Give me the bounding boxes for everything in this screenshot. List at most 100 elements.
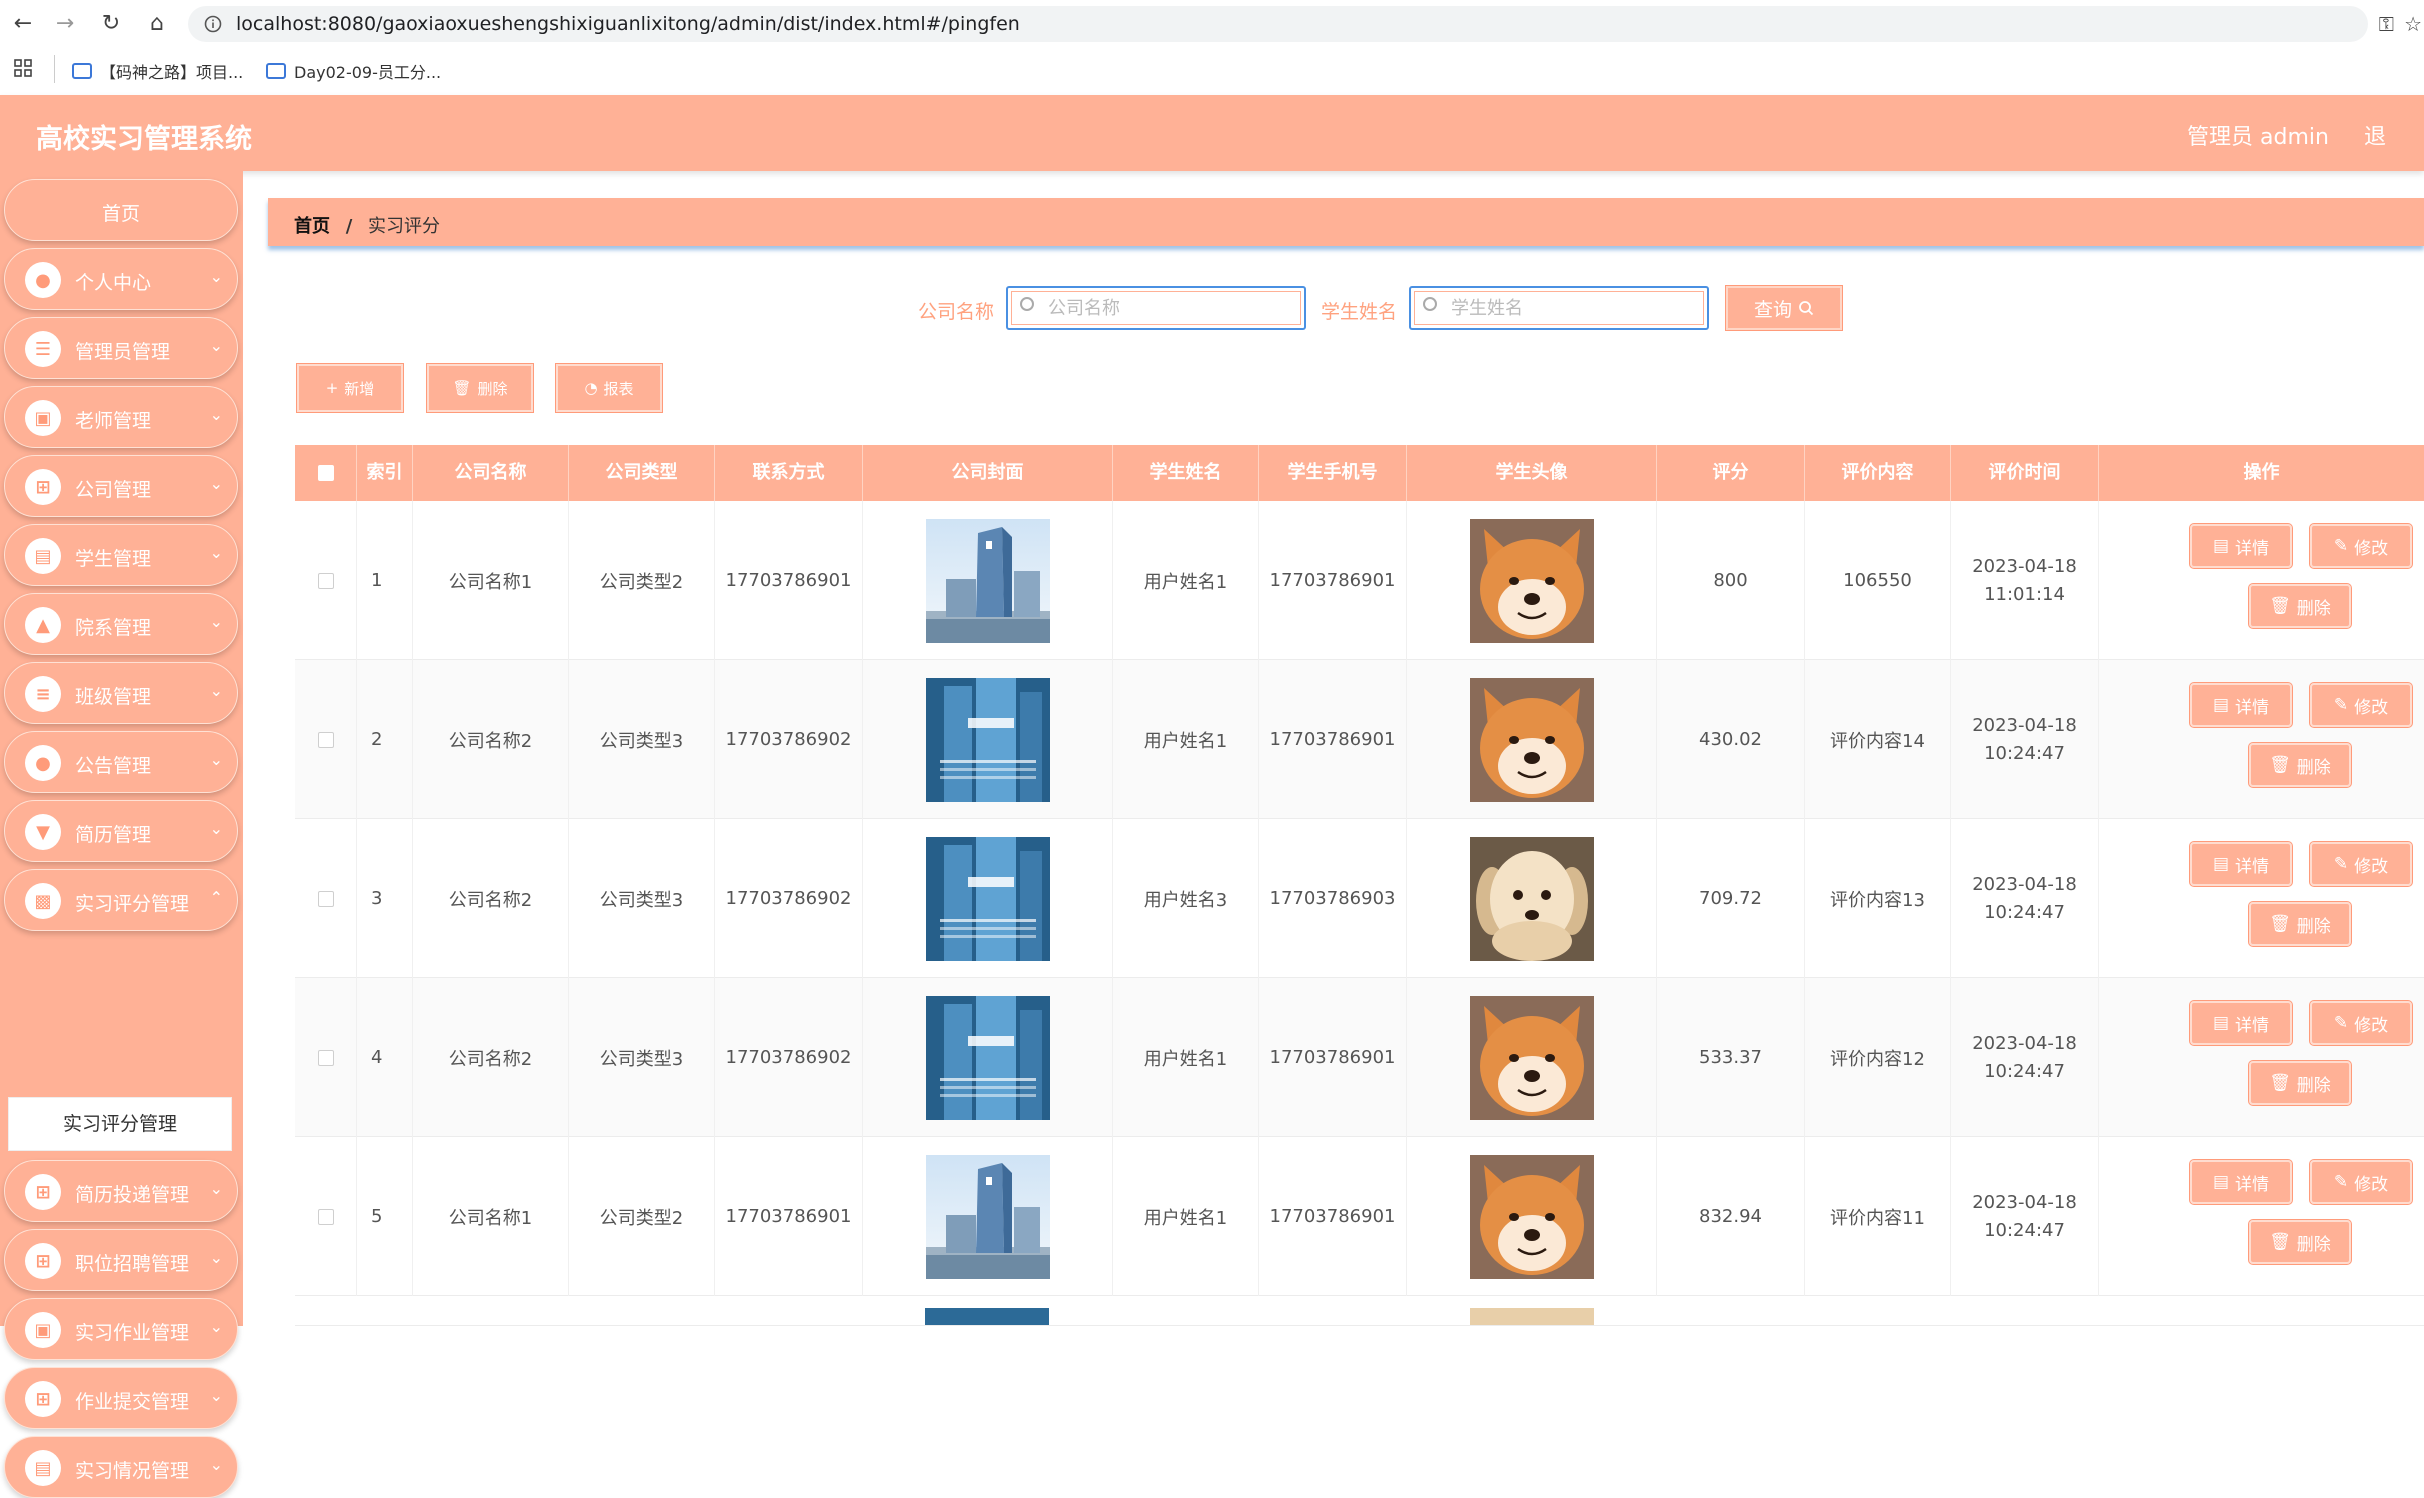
notice-icon: ● (25, 745, 61, 781)
row-checkbox[interactable] (317, 572, 334, 589)
cell-student: 用户姓名1 (1143, 1207, 1228, 1229)
sidebar-item-teacher[interactable]: ▣ 老师管理 ⌄ (4, 386, 238, 448)
detail-button[interactable]: ▤ 详情 (2189, 682, 2293, 728)
table-cell-phone: 17703786901 (1259, 501, 1407, 660)
table-cell-time: 2023-04-18 10:24:47 (1951, 1137, 2099, 1296)
star-icon[interactable]: ☆ (2404, 12, 2422, 36)
sidebar-item-submission[interactable]: ⊞ 作业提交管理 ⌄ (4, 1367, 238, 1429)
bookmark-2[interactable]: Day02-09-员工分... (266, 59, 441, 83)
report-button[interactable]: ◔ 报表 (555, 363, 663, 413)
admin-user[interactable]: 管理员 admin 退 (2187, 119, 2386, 151)
table-row: 1 公司名称1 公司类型2 17703786901 用户姓名1 17703786901 80… (295, 501, 2424, 660)
search-icon (1020, 297, 1034, 311)
sidebar-item-student[interactable]: ▤ 学生管理 ⌄ (4, 524, 238, 586)
sidebar-item-class[interactable]: ≡ 班级管理 ⌄ (4, 662, 238, 724)
edit-label: 修改 (2354, 1174, 2389, 1195)
key-icon[interactable]: ⚿ (2379, 12, 2394, 36)
sidebar-item-situation[interactable]: ▤ 实习情况管理 ⌄ (4, 1436, 238, 1498)
address-bar[interactable]: localhost:8080/gaoxiaoxueshengshixiguanl… (188, 6, 2368, 42)
delete-label: 删除 (2296, 1075, 2331, 1096)
apps-icon[interactable] (14, 59, 32, 77)
cell-type: 公司类型2 (599, 571, 684, 593)
sidebar-item-personal-center[interactable]: ● 个人中心 ⌄ (4, 248, 238, 310)
edit-button[interactable]: ✎ 修改 (2309, 1000, 2413, 1046)
home-icon[interactable]: ⌂ (144, 10, 170, 36)
table-cell-content: 评价内容12 (1805, 978, 1951, 1137)
edit-button[interactable]: ✎ 修改 (2309, 1159, 2413, 1205)
sidebar-item-homework[interactable]: ▣ 实习作业管理 ⌄ (4, 1298, 238, 1360)
delete-button[interactable]: 🗑 删除 (2248, 742, 2352, 788)
company-cover[interactable] (925, 1154, 1050, 1279)
detail-button[interactable]: ▤ 详情 (2189, 1000, 2293, 1046)
student-avatar[interactable] (1469, 518, 1594, 643)
back-icon[interactable]: ← (10, 10, 36, 36)
sidebar-item-label: 学生管理 (75, 548, 152, 570)
row-checkbox[interactable] (317, 1049, 334, 1066)
batch-delete-button[interactable]: 🗑 删除 (426, 363, 534, 413)
student-avatar[interactable] (1469, 995, 1594, 1120)
company-cover[interactable] (925, 518, 1050, 643)
bookmark-2-label: Day02-09-员工分... (294, 63, 442, 82)
sidebar-item-home[interactable]: 首页 (4, 179, 238, 241)
table-row: 3 公司名称2 公司类型3 17703786902 用户姓名3 17703786903 70… (295, 819, 2424, 978)
query-button[interactable]: 查询 (1725, 285, 1843, 331)
sidebar-item-notice[interactable]: ● 公告管理 ⌄ (4, 731, 238, 793)
sidebar-item-recruitment[interactable]: ⊞ 职位招聘管理 ⌄ (4, 1229, 238, 1291)
table-cell-index: 5 (357, 1137, 413, 1296)
edit-button[interactable]: ✎ 修改 (2309, 523, 2413, 569)
delete-button[interactable]: 🗑 删除 (2248, 1060, 2352, 1106)
select-all-checkbox[interactable] (317, 465, 334, 481)
sidebar-item-company[interactable]: ⊞ 公司管理 ⌄ (4, 455, 238, 517)
company-cover[interactable] (925, 995, 1050, 1120)
delete-button[interactable]: 🗑 删除 (2248, 901, 2352, 947)
reload-icon[interactable]: ↻ (98, 10, 124, 36)
row-checkbox[interactable] (317, 1208, 334, 1225)
student-name-input[interactable] (1449, 293, 1693, 323)
delete-button[interactable]: 🗑 删除 (2248, 583, 2352, 629)
edit-label: 修改 (2354, 1015, 2389, 1036)
detail-button[interactable]: ▤ 详情 (2189, 841, 2293, 887)
sidebar-item-department[interactable]: ▲ 院系管理 ⌄ (4, 593, 238, 655)
bookmark-1[interactable]: 【码神之路】项目... (72, 59, 243, 83)
site-info-icon[interactable] (202, 13, 224, 35)
table-cell-cover (863, 819, 1113, 978)
detail-label: 详情 (2235, 697, 2270, 718)
chevron-down-icon: ⌄ (209, 1455, 223, 1474)
table-cell-chk (295, 501, 357, 660)
student-avatar[interactable] (1469, 836, 1594, 961)
company-name-search[interactable] (1006, 286, 1306, 330)
sidebar-item-internship-score[interactable]: ▩ 实习评分管理 ⌃ (4, 869, 238, 931)
chevron-down-icon: ⌄ (209, 474, 223, 493)
breadcrumb-separator: / (345, 216, 353, 237)
sidebar-item-resume[interactable]: ▼ 简历管理 ⌄ (4, 800, 238, 862)
edit-button[interactable]: ✎ 修改 (2309, 682, 2413, 728)
add-button[interactable]: + 新增 (296, 363, 404, 413)
company-cover[interactable] (925, 836, 1050, 961)
row-checkbox[interactable] (317, 731, 334, 748)
delete-label: 删除 (2296, 916, 2331, 937)
chevron-down-icon: ⌄ (209, 1317, 223, 1336)
document-icon: ▤ (2212, 536, 2230, 556)
company-name-input[interactable] (1046, 293, 1290, 323)
detail-button[interactable]: ▤ 详情 (2189, 523, 2293, 569)
delete-button[interactable]: 🗑 删除 (2248, 1219, 2352, 1265)
company-cover[interactable] (925, 677, 1050, 802)
breadcrumb-home[interactable]: 首页 (294, 216, 330, 237)
sidebar-item-resume-delivery[interactable]: ⊞ 简历投递管理 ⌄ (4, 1160, 238, 1222)
table-cell-avatar (1407, 1137, 1657, 1296)
detail-button[interactable]: ▤ 详情 (2189, 1159, 2293, 1205)
edit-button[interactable]: ✎ 修改 (2309, 841, 2413, 887)
forward-icon[interactable]: → (52, 10, 78, 36)
table-cell-contact: 17703786901 (715, 1137, 863, 1296)
edit-icon: ✎ (2333, 695, 2349, 715)
detail-label: 详情 (2235, 1174, 2270, 1195)
row-checkbox[interactable] (317, 890, 334, 907)
logout-link[interactable]: 退 (2364, 125, 2386, 150)
table-cell-type: 公司类型3 (569, 978, 715, 1137)
sidebar-item-admin[interactable]: ☰ 管理员管理 ⌄ (4, 317, 238, 379)
student-name-search[interactable] (1409, 286, 1709, 330)
sidebar-subitem-score-management[interactable]: 实习评分管理 (8, 1097, 232, 1151)
student-avatar[interactable] (1469, 677, 1594, 802)
header-company: 公司名称 (413, 445, 569, 501)
student-avatar[interactable] (1469, 1154, 1594, 1279)
